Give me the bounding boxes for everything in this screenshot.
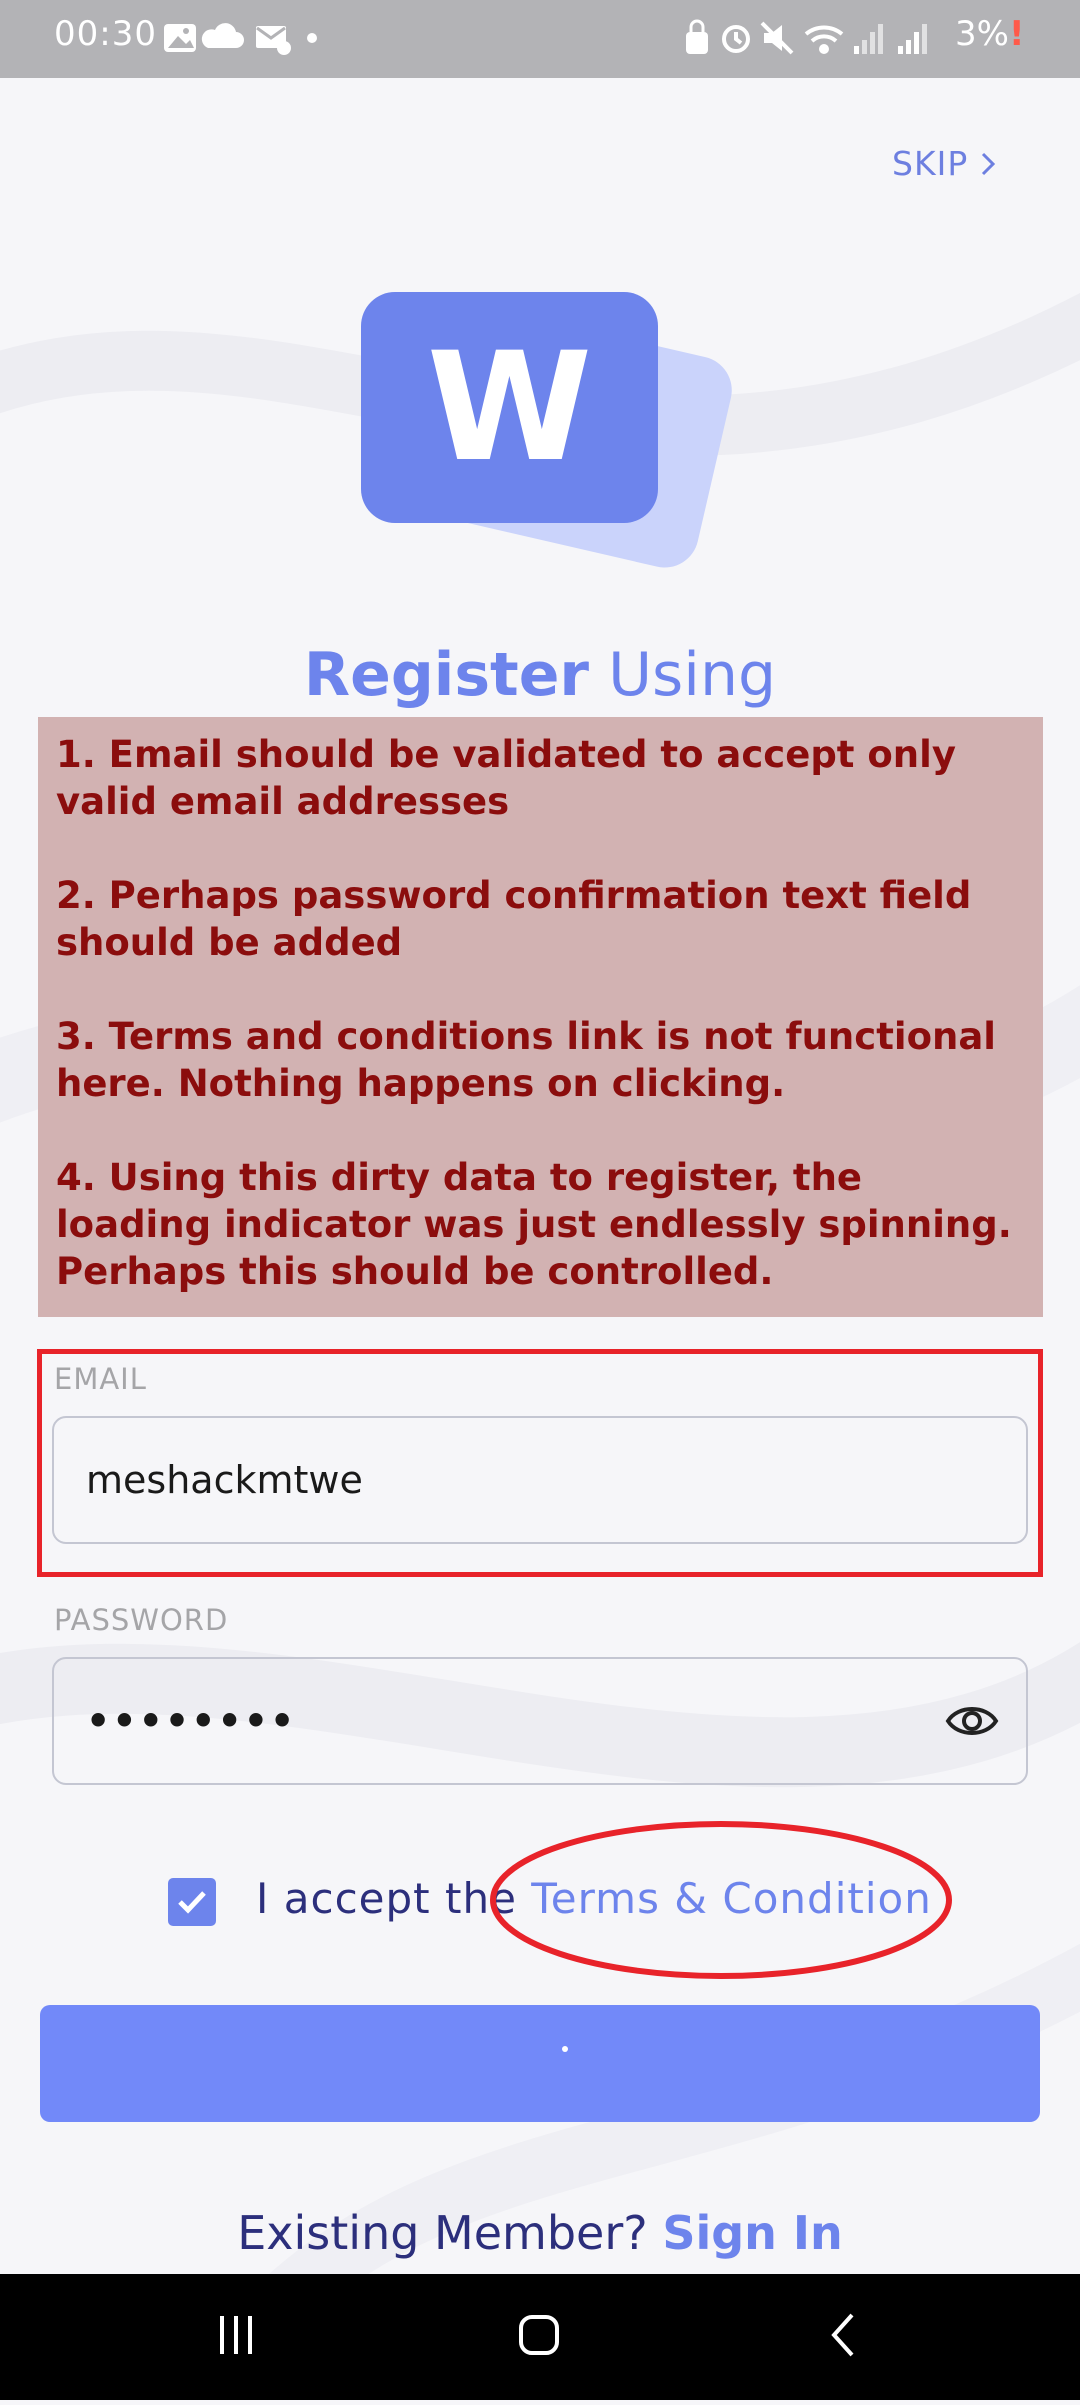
title-regular: Using bbox=[608, 640, 777, 710]
cloud-icon bbox=[201, 23, 244, 48]
mail-settings-icon bbox=[256, 26, 291, 55]
lock-icon bbox=[686, 19, 708, 54]
password-label: PASSWORD bbox=[54, 1603, 229, 1637]
register-button[interactable] bbox=[40, 2005, 1040, 2122]
annotation-item: 4. Using this dirty data to register, th… bbox=[56, 1156, 1012, 1293]
chevron-right-icon bbox=[982, 152, 996, 175]
signal-icon bbox=[898, 24, 927, 54]
dot-icon bbox=[307, 33, 317, 43]
signal-icon bbox=[854, 24, 883, 54]
status-bar: 00:30 3%! bbox=[0, 0, 1080, 78]
title-bold: Register bbox=[303, 640, 590, 710]
home-icon[interactable] bbox=[519, 2315, 559, 2355]
terms-checkbox[interactable] bbox=[168, 1878, 216, 1926]
logo-letter: W bbox=[426, 320, 593, 495]
password-field[interactable] bbox=[52, 1657, 1028, 1785]
email-input[interactable] bbox=[84, 1457, 996, 1503]
annotation-note: 1. Email should be validated to accept o… bbox=[38, 717, 1043, 1317]
status-right-icons bbox=[684, 18, 954, 63]
sign-in-prompt: Existing Member? Sign In bbox=[0, 2206, 1080, 2260]
wifi-icon bbox=[804, 25, 844, 54]
app-logo: W bbox=[361, 292, 658, 523]
email-label: EMAIL bbox=[54, 1362, 147, 1396]
recent-apps-icon[interactable] bbox=[220, 2316, 252, 2354]
back-icon[interactable] bbox=[831, 2313, 854, 2357]
terms-highlight-ellipse bbox=[490, 1821, 952, 1979]
sign-in-link[interactable]: Sign In bbox=[662, 2206, 842, 2260]
skip-label: SKIP bbox=[892, 144, 969, 183]
annotation-item: 3. Terms and conditions link is not func… bbox=[56, 1015, 996, 1105]
existing-member-text: Existing Member? bbox=[237, 2206, 648, 2260]
status-left-icons bbox=[160, 18, 320, 63]
checkmark-icon bbox=[178, 1891, 206, 1914]
alarm-icon bbox=[722, 25, 750, 53]
mute-icon bbox=[760, 21, 794, 55]
page-title: Register Using bbox=[0, 640, 1080, 710]
image-icon bbox=[164, 24, 196, 52]
battery-percent: 3% bbox=[955, 14, 1009, 54]
eye-icon[interactable] bbox=[944, 1693, 1000, 1749]
skip-button[interactable]: SKIP bbox=[892, 144, 996, 183]
loading-indicator bbox=[562, 2046, 568, 2052]
status-time: 00:30 bbox=[54, 14, 157, 54]
email-field[interactable] bbox=[52, 1416, 1028, 1544]
battery-warning-icon: ! bbox=[1008, 14, 1025, 54]
system-nav-bar bbox=[0, 2274, 1080, 2400]
annotation-item: 1. Email should be validated to accept o… bbox=[56, 733, 956, 823]
annotation-item: 2. Perhaps password confirmation text fi… bbox=[56, 874, 972, 964]
password-input[interactable] bbox=[84, 1698, 996, 1744]
battery-indicator: 3%! bbox=[955, 14, 1024, 54]
